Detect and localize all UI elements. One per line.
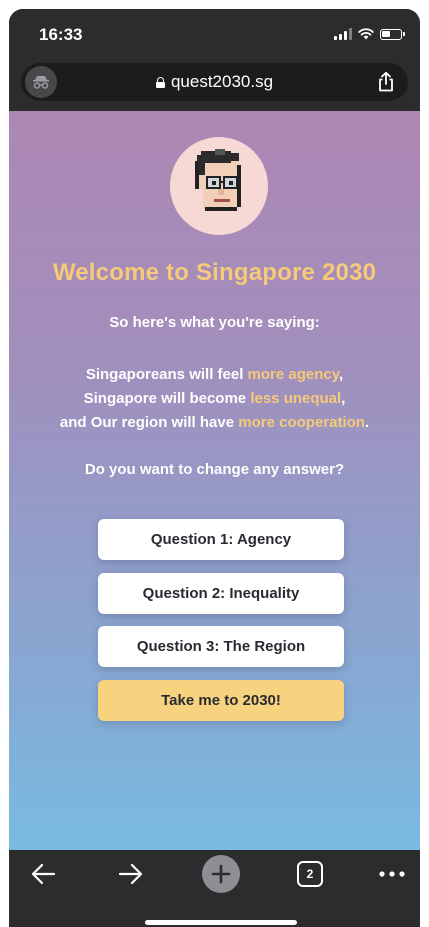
signal-icon xyxy=(334,28,352,40)
summary-punct: . xyxy=(364,414,370,431)
page-title: Welcome to Singapore 2030 xyxy=(52,259,377,286)
summary-text: Singapore will become xyxy=(83,390,251,407)
tab-switcher-button[interactable]: 2 xyxy=(297,861,323,887)
agency-answer: more agency xyxy=(247,366,339,383)
avatar xyxy=(170,137,268,235)
status-icons xyxy=(334,28,405,40)
more-dots-icon xyxy=(379,871,405,877)
summary-line-inequality: Singapore will become less unequal, xyxy=(9,387,420,411)
plus-icon xyxy=(211,864,231,884)
more-menu-button[interactable] xyxy=(377,856,407,892)
share-icon[interactable] xyxy=(374,70,398,94)
take-me-to-2030-button[interactable]: Take me to 2030! xyxy=(98,680,344,721)
region-answer: more cooperation xyxy=(238,414,365,431)
address-bar[interactable]: quest2030.sg xyxy=(21,63,408,101)
question-1-button[interactable]: Question 1: Agency xyxy=(98,519,344,560)
intro-text: So here's what you're saying: xyxy=(109,314,320,331)
arrow-left-icon xyxy=(31,863,56,885)
answer-summary: Singaporeans will feel more agency, Sing… xyxy=(9,363,420,435)
arrow-right-icon xyxy=(118,863,143,885)
back-button[interactable] xyxy=(25,856,61,892)
change-prompt: Do you want to change any answer? xyxy=(84,461,345,478)
inequality-answer: less unequal xyxy=(250,390,342,407)
summary-punct: , xyxy=(341,390,346,407)
browser-toolbar: 2 xyxy=(9,850,420,927)
status-time: 16:33 xyxy=(39,25,83,44)
question-3-button[interactable]: Question 3: The Region xyxy=(98,626,344,667)
wifi-icon xyxy=(358,28,374,40)
home-indicator[interactable] xyxy=(145,920,297,925)
summary-text: and Our region will have xyxy=(59,414,239,431)
status-bar: 16:33 xyxy=(9,9,420,59)
url-display[interactable]: quest2030.sg xyxy=(21,63,408,101)
summary-punct: , xyxy=(338,366,344,383)
battery-icon xyxy=(380,28,405,40)
battery-level xyxy=(382,30,390,37)
pixel-avatar-icon xyxy=(195,149,241,211)
forward-button[interactable] xyxy=(113,856,149,892)
question-2-button[interactable]: Question 2: Inequality xyxy=(98,573,344,614)
url-text: quest2030.sg xyxy=(170,72,274,91)
page-content: Welcome to Singapore 2030 So here's what… xyxy=(9,111,420,850)
new-tab-button[interactable] xyxy=(202,855,240,893)
summary-text: Singaporeans will feel xyxy=(85,366,248,383)
phone-screen: 16:33 quest2030.sg Welcome to Singapore … xyxy=(9,9,420,927)
lock-icon xyxy=(155,76,165,88)
summary-line-agency: Singaporeans will feel more agency, xyxy=(9,363,420,387)
summary-line-region: and Our region will have more cooperatio… xyxy=(9,411,420,435)
